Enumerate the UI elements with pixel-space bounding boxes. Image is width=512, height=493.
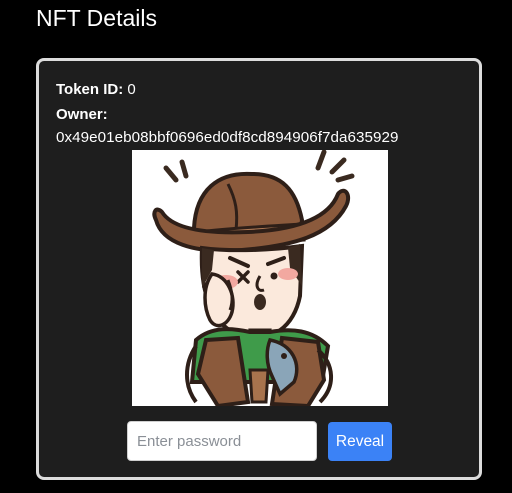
nft-details-card: Token ID: 0 Owner: 0x49e01eb08bbf0696ed0… xyxy=(36,58,482,480)
page-title: NFT Details xyxy=(36,5,157,31)
token-id-row: Token ID: 0 xyxy=(56,81,136,99)
owner-address: 0x49e01eb08bbf0696ed0df8cd894906f7da6359… xyxy=(56,129,399,146)
owner-label: Owner: xyxy=(56,106,108,123)
cowboy-cartoon-image xyxy=(152,150,355,406)
reveal-button[interactable]: Reveal xyxy=(328,422,392,461)
token-id-label: Token ID: xyxy=(56,81,124,98)
token-id-value: 0 xyxy=(127,81,136,98)
owner-row: Owner: xyxy=(56,106,108,124)
nft-image xyxy=(132,150,388,406)
password-input[interactable] xyxy=(127,421,317,461)
